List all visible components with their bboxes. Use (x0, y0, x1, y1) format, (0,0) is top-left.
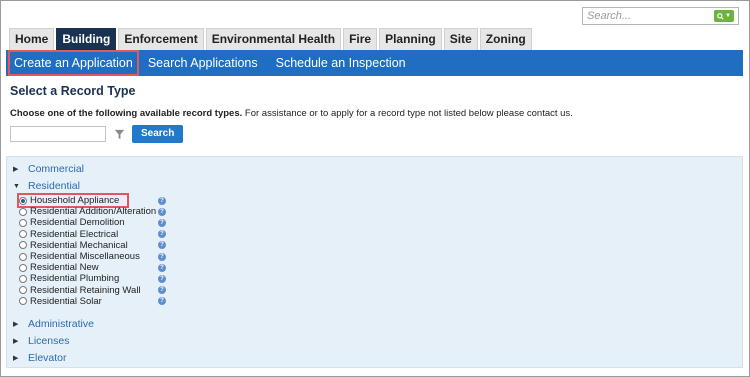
help-icon[interactable]: ? (158, 263, 166, 272)
record-type-solar[interactable]: Residential Solar ? (19, 295, 166, 307)
instructions-rest: For assistance or to apply for a record … (242, 108, 573, 119)
help-icon[interactable]: ? (158, 241, 166, 250)
record-type-label: Residential Electrical (30, 228, 119, 240)
schedule-inspection-link[interactable]: Schedule an Inspection (267, 50, 415, 76)
tab-environmental-health[interactable]: Environmental Health (205, 28, 342, 50)
category-licenses[interactable]: ▶ Licenses (13, 335, 69, 347)
instructions-bold: Choose one of the following available re… (10, 108, 243, 119)
create-application-link[interactable]: Create an Application (8, 50, 139, 76)
chevron-down-icon: ▼ (725, 13, 731, 19)
global-search-input[interactable] (583, 8, 714, 24)
record-type-label: Residential New (30, 262, 99, 274)
page-frame: ▼ Home Building Enforcement Environmenta… (0, 0, 750, 377)
help-icon[interactable]: ? (158, 274, 166, 283)
record-type-label: Residential Retaining Wall (30, 284, 141, 296)
record-type-label: Residential Demolition (30, 217, 125, 229)
category-label: Commercial (28, 163, 85, 175)
collapse-icon: ▼ (13, 182, 20, 190)
expand-icon: ▶ (13, 321, 19, 328)
record-type-filter-input[interactable] (10, 126, 106, 142)
record-type-label: Residential Miscellaneous (30, 251, 140, 263)
search-button[interactable]: Search (132, 125, 184, 143)
tab-fire[interactable]: Fire (343, 28, 378, 50)
expand-icon: ▶ (13, 355, 19, 362)
record-type-filter: Search (10, 125, 184, 143)
module-menu-bar: Create an Application Search Application… (6, 50, 743, 76)
record-type-miscellaneous[interactable]: Residential Miscellaneous ? (19, 251, 166, 263)
radio-button[interactable] (19, 218, 27, 227)
expand-icon: ▶ (13, 166, 19, 173)
category-label: Elevator (28, 352, 67, 364)
category-elevator[interactable]: ▶ Elevator (13, 352, 67, 364)
radio-button[interactable] (19, 241, 27, 250)
record-type-label: Residential Solar (30, 295, 102, 307)
tab-building[interactable]: Building (56, 28, 117, 50)
radio-button[interactable] (19, 252, 27, 261)
radio-button[interactable] (19, 274, 27, 283)
record-type-label: Residential Mechanical (30, 239, 128, 251)
tab-site[interactable]: Site (443, 28, 478, 50)
category-label: Licenses (28, 335, 70, 347)
instructions-text: Choose one of the following available re… (10, 108, 573, 119)
help-icon[interactable]: ? (158, 207, 166, 216)
search-applications-link[interactable]: Search Applications (139, 50, 267, 76)
tab-planning[interactable]: Planning (379, 28, 442, 50)
module-tabs: Home Building Enforcement Environmental … (9, 28, 534, 50)
radio-button[interactable] (19, 297, 27, 306)
residential-types-list: Household Appliance ? Residential Additi… (17, 193, 166, 307)
category-administrative[interactable]: ▶ Administrative (13, 318, 94, 330)
record-type-label: Residential Plumbing (30, 273, 120, 285)
help-icon[interactable]: ? (158, 230, 166, 239)
record-type-retaining-wall[interactable]: Residential Retaining Wall ? (19, 284, 166, 296)
record-type-addition-alteration[interactable]: Residential Addition/Alteration ? (19, 206, 166, 218)
help-icon[interactable]: ? (158, 196, 166, 205)
record-type-label: Residential Addition/Alteration (30, 206, 157, 218)
page-title: Select a Record Type (10, 84, 136, 98)
record-type-plumbing[interactable]: Residential Plumbing ? (19, 273, 166, 285)
record-type-mechanical[interactable]: Residential Mechanical ? (19, 239, 166, 251)
record-type-tree: ▶ Commercial ▼ Residential Household App… (6, 156, 743, 368)
search-icon (717, 12, 724, 20)
radio-button[interactable] (19, 230, 27, 239)
global-search[interactable]: ▼ (582, 7, 739, 25)
filter-icon[interactable] (112, 127, 126, 141)
record-type-electrical[interactable]: Residential Electrical ? (19, 228, 166, 240)
category-label: Administrative (28, 318, 94, 330)
expand-icon: ▶ (13, 338, 19, 345)
category-commercial[interactable]: ▶ Commercial (13, 163, 84, 175)
record-type-household-appliance[interactable]: Household Appliance ? (17, 193, 166, 208)
radio-button[interactable] (19, 286, 27, 295)
help-icon[interactable]: ? (158, 286, 166, 295)
radio-button[interactable] (19, 207, 27, 216)
tab-enforcement[interactable]: Enforcement (118, 28, 204, 50)
radio-button[interactable] (19, 263, 27, 272)
record-type-new[interactable]: Residential New ? (19, 262, 166, 274)
help-icon[interactable]: ? (158, 252, 166, 261)
tab-zoning[interactable]: Zoning (479, 28, 532, 50)
record-type-demolition[interactable]: Residential Demolition ? (19, 217, 166, 229)
help-icon[interactable]: ? (158, 297, 166, 306)
help-icon[interactable]: ? (158, 218, 166, 227)
category-residential[interactable]: ▼ Residential (13, 180, 80, 192)
tab-home[interactable]: Home (9, 28, 55, 50)
category-label: Residential (28, 180, 80, 192)
search-go-button[interactable]: ▼ (714, 10, 734, 22)
